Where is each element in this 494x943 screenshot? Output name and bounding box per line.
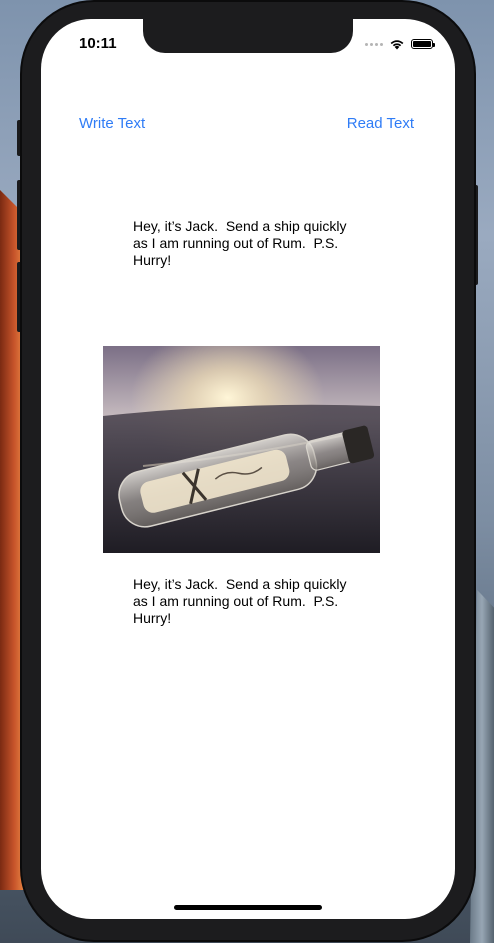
battery-icon — [411, 39, 435, 49]
message-label-top: Hey, it’s Jack. Send a ship quickly as I… — [133, 218, 347, 268]
status-icons — [365, 38, 435, 50]
cellular-signal-icon — [365, 42, 383, 46]
home-indicator[interactable] — [174, 905, 322, 910]
notch — [143, 19, 353, 53]
read-text-button[interactable]: Read Text — [347, 115, 414, 132]
phone-screen: 10:11 Write Text Read Text Hey, it’s Jac… — [41, 19, 455, 919]
write-text-button[interactable]: Write Text — [79, 115, 145, 132]
message-label-bottom: Hey, it’s Jack. Send a ship quickly as I… — [133, 576, 347, 626]
wifi-icon — [390, 40, 404, 50]
status-time: 10:11 — [79, 35, 117, 52]
message-bottle-image — [103, 346, 380, 553]
